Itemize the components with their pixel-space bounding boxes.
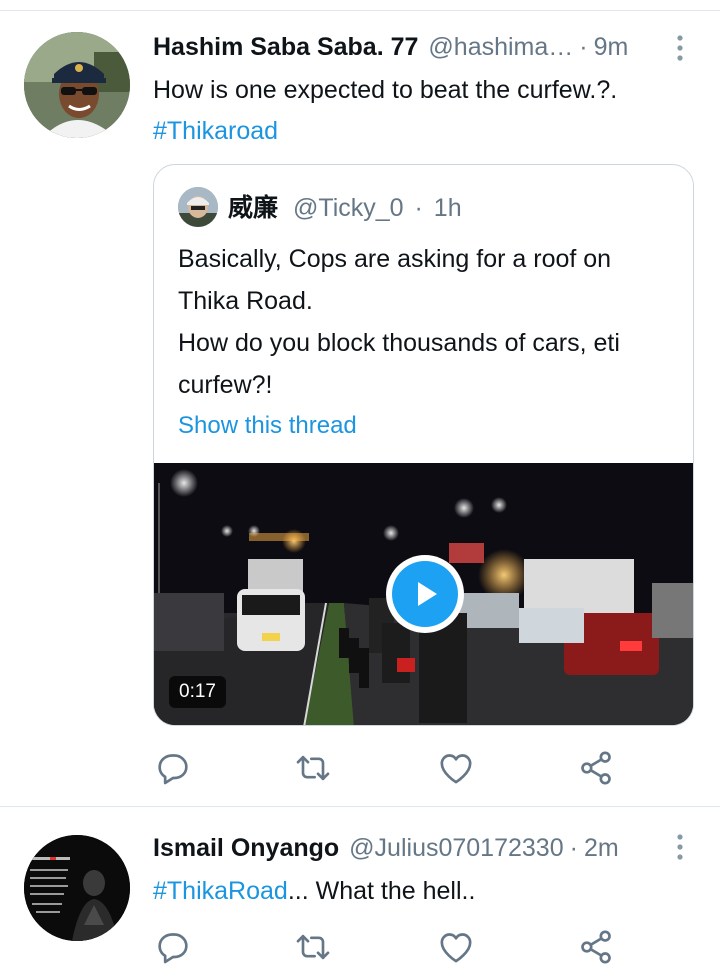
tweet-text: How is one expected to beat the curfew.?… bbox=[153, 70, 693, 152]
retweet-icon[interactable] bbox=[293, 927, 333, 967]
author-name[interactable]: Hashim Saba Saba. 77 bbox=[153, 30, 418, 64]
avatar[interactable] bbox=[24, 835, 130, 941]
like-icon[interactable] bbox=[436, 748, 476, 788]
show-thread-link[interactable]: Show this thread bbox=[178, 412, 357, 440]
quoted-text-line: Thika Road. bbox=[178, 287, 313, 315]
more-vertical-icon[interactable] bbox=[670, 34, 690, 62]
tweet[interactable]: Hashim Saba Saba. 77 @hashima… · 9m How … bbox=[0, 0, 720, 806]
play-button[interactable] bbox=[386, 555, 464, 633]
author-handle[interactable]: @Julius070172330 bbox=[349, 831, 563, 865]
quoted-text-line: curfew?! bbox=[178, 371, 273, 399]
hashtag-link[interactable]: #Thikaroad bbox=[153, 111, 693, 152]
tweet[interactable]: Ismail Onyango @Julius070172330 · 2m #Th… bbox=[0, 807, 720, 977]
more-vertical-icon[interactable] bbox=[670, 833, 690, 861]
play-icon bbox=[392, 561, 458, 627]
reply-icon[interactable] bbox=[153, 927, 193, 967]
tweet-actions bbox=[153, 927, 623, 967]
like-icon[interactable] bbox=[436, 927, 476, 967]
tweet-actions bbox=[153, 748, 623, 788]
tweet-text: #ThikaRoad... What the hell.. bbox=[153, 871, 693, 912]
retweet-icon[interactable] bbox=[293, 748, 333, 788]
share-icon[interactable] bbox=[576, 927, 616, 967]
quoted-text-line: How do you block thousands of cars, eti bbox=[178, 329, 620, 357]
share-icon[interactable] bbox=[576, 748, 616, 788]
quoted-header: 威廉 @Ticky_0 · 1h bbox=[228, 191, 462, 225]
quoted-tweet[interactable]: 威廉 @Ticky_0 · 1h Basically, Cops are ask… bbox=[153, 164, 694, 726]
tweet-text-line: How is one expected to beat the curfew.?… bbox=[153, 76, 618, 104]
separator-dot: · bbox=[579, 33, 588, 61]
hashtag-link[interactable]: #ThikaRoad bbox=[153, 877, 288, 905]
separator-dot: · bbox=[569, 834, 578, 862]
tweet-header: Ismail Onyango @Julius070172330 · 2m bbox=[153, 831, 619, 865]
author-name[interactable]: Ismail Onyango bbox=[153, 831, 339, 865]
avatar[interactable] bbox=[24, 32, 130, 138]
tweet-header: Hashim Saba Saba. 77 @hashima… · 9m bbox=[153, 30, 628, 64]
timestamp[interactable]: 2m bbox=[584, 831, 619, 865]
author-handle[interactable]: @hashima… bbox=[428, 30, 573, 64]
video-thumbnail[interactable]: 0:17 bbox=[154, 463, 693, 725]
quoted-text: Basically, Cops are asking for a roof on… bbox=[178, 238, 678, 406]
timestamp[interactable]: 9m bbox=[594, 30, 629, 64]
separator-dot: · bbox=[414, 194, 423, 222]
quoted-handle[interactable]: @Ticky_0 bbox=[293, 194, 404, 222]
quoted-avatar[interactable] bbox=[178, 187, 218, 227]
tweet-text-suffix: ... What the hell.. bbox=[287, 877, 476, 905]
quoted-timestamp[interactable]: 1h bbox=[434, 194, 462, 222]
reply-icon[interactable] bbox=[153, 748, 193, 788]
quoted-author-name[interactable]: 威廉 bbox=[228, 194, 278, 222]
video-duration: 0:17 bbox=[169, 676, 226, 708]
quoted-text-line: Basically, Cops are asking for a roof on bbox=[178, 245, 612, 273]
